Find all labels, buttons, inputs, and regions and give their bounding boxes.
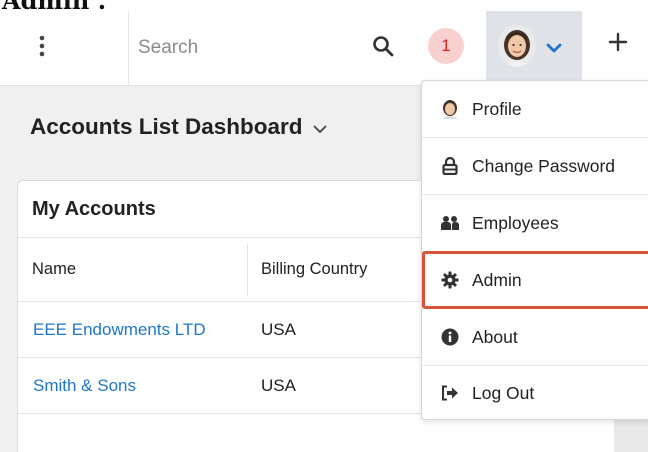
dashboard-title-text: Accounts List Dashboard	[30, 114, 303, 139]
menu-item-label: Profile	[472, 98, 522, 119]
gear-icon	[440, 270, 460, 290]
menu-item-admin[interactable]: Admin	[422, 251, 648, 309]
avatar	[498, 25, 536, 67]
menu-item-label: Change Password	[472, 155, 615, 176]
search-input[interactable]	[138, 37, 358, 59]
menu-item-employees[interactable]: Employees	[422, 195, 648, 251]
global-search	[128, 11, 418, 85]
user-menu-button[interactable]	[486, 11, 582, 85]
menu-item-change-password[interactable]: Change Password	[422, 138, 648, 194]
menu-item-label: About	[472, 326, 518, 347]
column-divider	[247, 244, 248, 296]
menu-item-log-out[interactable]: Log Out	[422, 365, 648, 421]
clipped-page-heading: Admin .	[2, 0, 107, 15]
account-name-link[interactable]: Smith & Sons	[33, 358, 136, 414]
vertical-dots-icon	[39, 35, 45, 57]
logout-icon	[440, 383, 460, 403]
add-icon[interactable]	[608, 32, 628, 57]
billing-country-cell: USA	[261, 320, 296, 339]
chevron-down-icon	[546, 41, 562, 59]
profile-avatar-icon	[440, 99, 460, 119]
column-header-billing-country[interactable]: Billing Country	[261, 238, 367, 301]
menu-item-label: Admin	[472, 269, 522, 290]
employees-icon	[440, 213, 460, 233]
account-name-link[interactable]: EEE Endowments LTD	[33, 302, 206, 358]
dashboard-title[interactable]: Accounts List Dashboard	[30, 114, 327, 140]
menu-item-label: Log Out	[472, 382, 535, 403]
chevron-down-icon[interactable]	[313, 114, 327, 140]
column-header-name[interactable]: Name	[32, 238, 76, 301]
search-icon[interactable]	[372, 35, 394, 62]
menu-item-about[interactable]: About	[422, 309, 648, 365]
more-menu-button[interactable]	[28, 26, 56, 66]
notification-badge[interactable]: 1	[428, 28, 464, 64]
lock-icon	[440, 156, 460, 176]
menu-item-label: Employees	[472, 212, 559, 233]
menu-item-profile[interactable]: Profile	[422, 81, 648, 137]
top-navigation-bar: Admin . 1	[0, 0, 648, 85]
info-icon	[440, 327, 460, 347]
billing-country-cell: USA	[261, 376, 296, 395]
user-dropdown-menu: Profile Change Password Employees Admin …	[421, 80, 648, 420]
dashlet-title: My Accounts	[32, 198, 156, 220]
